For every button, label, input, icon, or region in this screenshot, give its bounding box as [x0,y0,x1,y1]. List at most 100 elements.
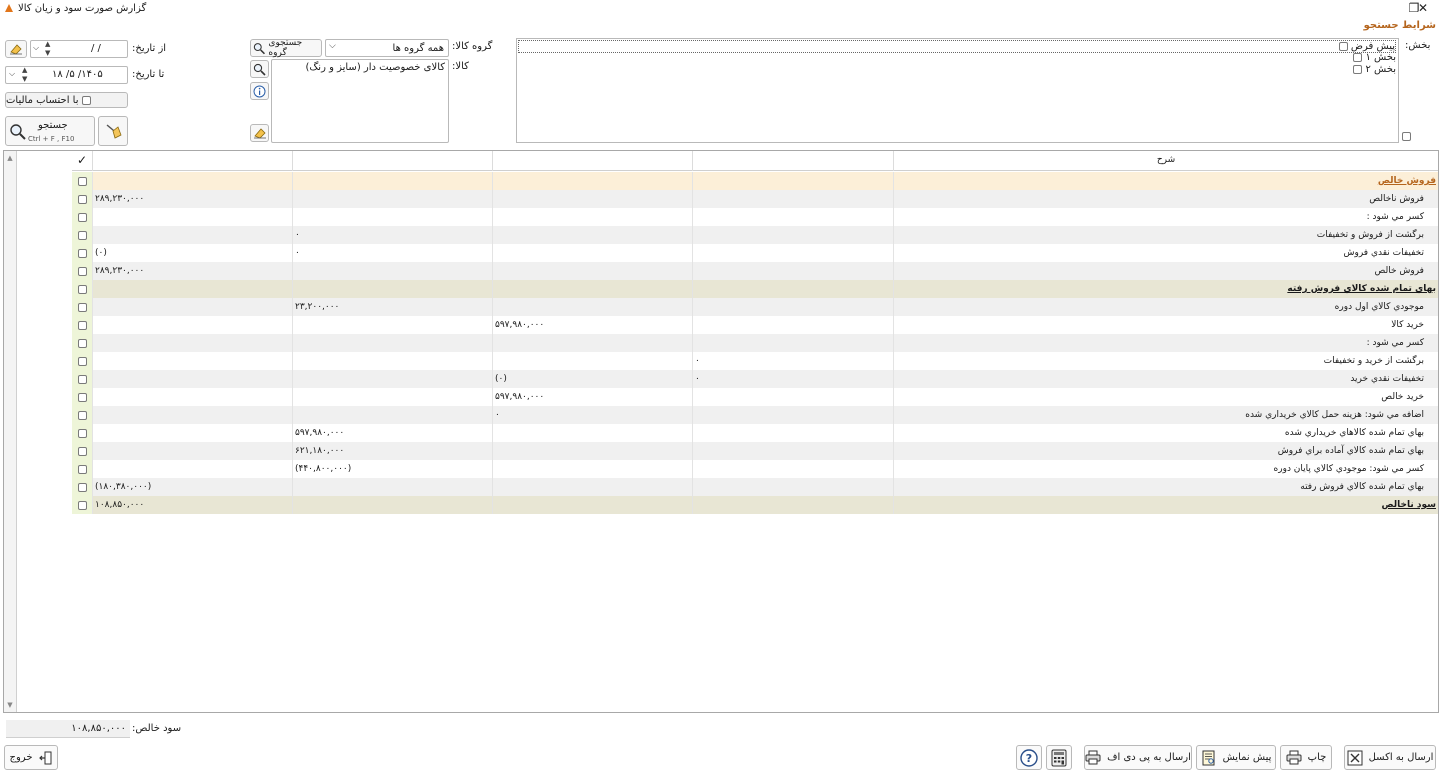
row-checkbox[interactable] [77,392,87,402]
print-preview-button[interactable]: پيش نمايش [1196,745,1276,770]
row-checkbox[interactable] [77,320,87,330]
clear-product-button[interactable] [250,124,269,142]
table-row[interactable]: کسر مي شود : [72,334,1438,352]
table-row[interactable]: ۲۸۹,۲۳۰,۰۰۰ فروش خالص [72,262,1438,280]
tax-checkbox[interactable] [82,95,92,105]
section-checkbox[interactable] [1353,53,1363,62]
table-row[interactable]: ۰ برگشت از خريد و تخفيفات [72,352,1438,370]
table-row[interactable]: فروش خالص [72,172,1438,190]
exit-button[interactable]: خروج [4,745,58,770]
table-row[interactable]: (۱۸۰,۳۸۰,۰۰۰) بهاي تمام شده کالاي فروش رف… [72,478,1438,496]
row-checkbox[interactable] [77,194,87,204]
calculator-button[interactable] [1046,745,1072,770]
row-checkbox[interactable] [77,464,87,474]
product-search-button[interactable] [250,60,269,78]
row-checkbox-cell[interactable] [72,388,92,406]
header-check-column[interactable]: ✓ [72,151,92,171]
row-checkbox-cell[interactable] [72,442,92,460]
to-date-spinner-icon[interactable]: ▲ ▼ [22,66,27,84]
row-checkbox-cell[interactable] [72,496,92,514]
row-checkbox-cell[interactable] [72,370,92,388]
table-row[interactable]: ۰ برگشت از فروش و تخفيفات [72,226,1438,244]
clear-from-date-button[interactable] [5,40,27,58]
row-checkbox[interactable] [77,266,87,276]
row-checkbox-cell[interactable] [72,226,92,244]
table-row[interactable]: کسر مي شود : [72,208,1438,226]
row-checkbox[interactable] [77,482,87,492]
table-row[interactable]: ۲۳,۲۰۰,۰۰۰ موجودي کالاي اول دوره [72,298,1438,316]
row-checkbox-cell[interactable] [72,280,92,298]
row-checkbox-cell[interactable] [72,298,92,316]
section-checkbox[interactable] [1338,42,1348,51]
table-row[interactable]: ۵۹۷,۹۸۰,۰۰۰ خريد خالص [72,388,1438,406]
row-checkbox-cell[interactable] [72,424,92,442]
to-date-field[interactable]: ⌵ ▲ ▼ ۱۴۰۵/ ۵/ ۱۸ [5,66,128,84]
row-checkbox[interactable] [77,176,87,186]
section-item-2[interactable]: بخش ۲ [1353,64,1396,75]
table-row[interactable]: ۱۰۸,۸۵۰,۰۰۰ سود ناخالص [72,496,1438,514]
send-to-excel-button[interactable]: ارسال به اکسل [1344,745,1436,770]
row-checkbox[interactable] [77,428,87,438]
table-row[interactable]: (۴۴۰,۸۰۰,۰۰۰) کسر مي شود: موجودي کالاي پا… [72,460,1438,478]
search-button[interactable]: جستجو Ctrl + F , F10 [5,116,95,146]
row-checkbox[interactable] [77,212,87,222]
from-date-field[interactable]: ⌵ ▲ ▼ / / [30,40,128,58]
section-list[interactable]: پيش فرض بخش ۱ بخش ۲ [516,38,1399,143]
select-all-sections-checkbox[interactable] [1402,132,1411,141]
product-group-select[interactable]: ⌵ همه گروه ها [325,39,449,57]
close-window-icon[interactable]: ✕ [1408,0,1438,18]
section-checkbox[interactable] [1353,65,1363,74]
from-date-dropdown-icon[interactable]: ⌵ [33,43,39,53]
send-to-pdf-button[interactable]: ارسال به پی دی اف [1084,745,1192,770]
amount-cell-3 [492,262,692,280]
product-list-item[interactable]: کالای خصوصيت دار (سايز و رنگ) [305,62,445,73]
row-checkbox-cell[interactable] [72,190,92,208]
product-list[interactable]: کالای خصوصيت دار (سايز و رنگ) [271,59,449,143]
row-checkbox[interactable] [77,248,87,258]
table-row[interactable]: ۵۹۷,۹۸۰,۰۰۰ خريد کالا [72,316,1438,334]
grid-scrollbar[interactable]: ▲ ▼ [4,151,17,712]
row-checkbox-cell[interactable] [72,262,92,280]
row-checkbox[interactable] [77,284,87,294]
table-row[interactable]: ۲۸۹,۲۳۰,۰۰۰ فروش ناخالص [72,190,1438,208]
section-item-1[interactable]: بخش ۱ [1353,52,1396,63]
scroll-down-icon[interactable]: ▼ [5,700,15,710]
row-checkbox-cell[interactable] [72,334,92,352]
row-checkbox-cell[interactable] [72,172,92,190]
table-row[interactable]: ۰ اضافه مي شود: هزينه حمل کالاي خريداري ش… [72,406,1438,424]
magnifier-icon [10,124,26,140]
product-info-button[interactable] [250,82,269,100]
row-checkbox[interactable] [77,230,87,240]
section-item-default[interactable]: پيش فرض [518,40,1396,53]
print-button[interactable]: چاپ [1280,745,1332,770]
row-checkbox[interactable] [77,338,87,348]
tax-checkbox-row[interactable]: با احتساب ماليات [5,92,128,108]
row-checkbox[interactable] [77,446,87,456]
table-row[interactable]: ۵۹۷,۹۸۰,۰۰۰ بهاي تمام شده کالاهاي خريداري… [72,424,1438,442]
table-row[interactable]: (۰) ۰ تخفيفات نقدي خريد [72,370,1438,388]
row-checkbox[interactable] [77,374,87,384]
table-row[interactable]: ۶۲۱,۱۸۰,۰۰۰ بهاي تمام شده کالاي آماده برا… [72,442,1438,460]
row-checkbox-cell[interactable] [72,478,92,496]
row-checkbox-cell[interactable] [72,352,92,370]
scroll-up-icon[interactable]: ▲ [5,153,15,163]
from-date-spinner-icon[interactable]: ▲ ▼ [45,40,50,58]
row-checkbox-cell[interactable] [72,316,92,334]
table-row[interactable]: (۰) ۰ تخفيفات نقدي فروش [72,244,1438,262]
row-checkbox-cell[interactable] [72,406,92,424]
row-checkbox[interactable] [77,356,87,366]
help-button[interactable]: ? [1016,745,1042,770]
row-checkbox[interactable] [77,500,87,510]
row-checkbox-cell[interactable] [72,244,92,262]
table-row[interactable]: بهاي تمام شده کالاي فروش رفته [72,280,1438,298]
row-checkbox-cell[interactable] [72,460,92,478]
report-grid[interactable]: ▲ ▼ ✓ شرح فروش خالص ۲۸۹,۲۳۰,۰۰۰ فروش ناخال… [3,150,1439,713]
row-checkbox[interactable] [77,302,87,312]
to-date-dropdown-icon[interactable]: ⌵ [9,69,15,79]
row-checkbox-cell[interactable] [72,208,92,226]
row-checkbox[interactable] [77,410,87,420]
amount-cell-3 [492,352,692,370]
group-search-button[interactable]: جستجوی گروه [250,38,322,58]
chevron-down-icon[interactable]: ⌵ [329,41,336,51]
clear-filters-button[interactable] [98,116,128,146]
